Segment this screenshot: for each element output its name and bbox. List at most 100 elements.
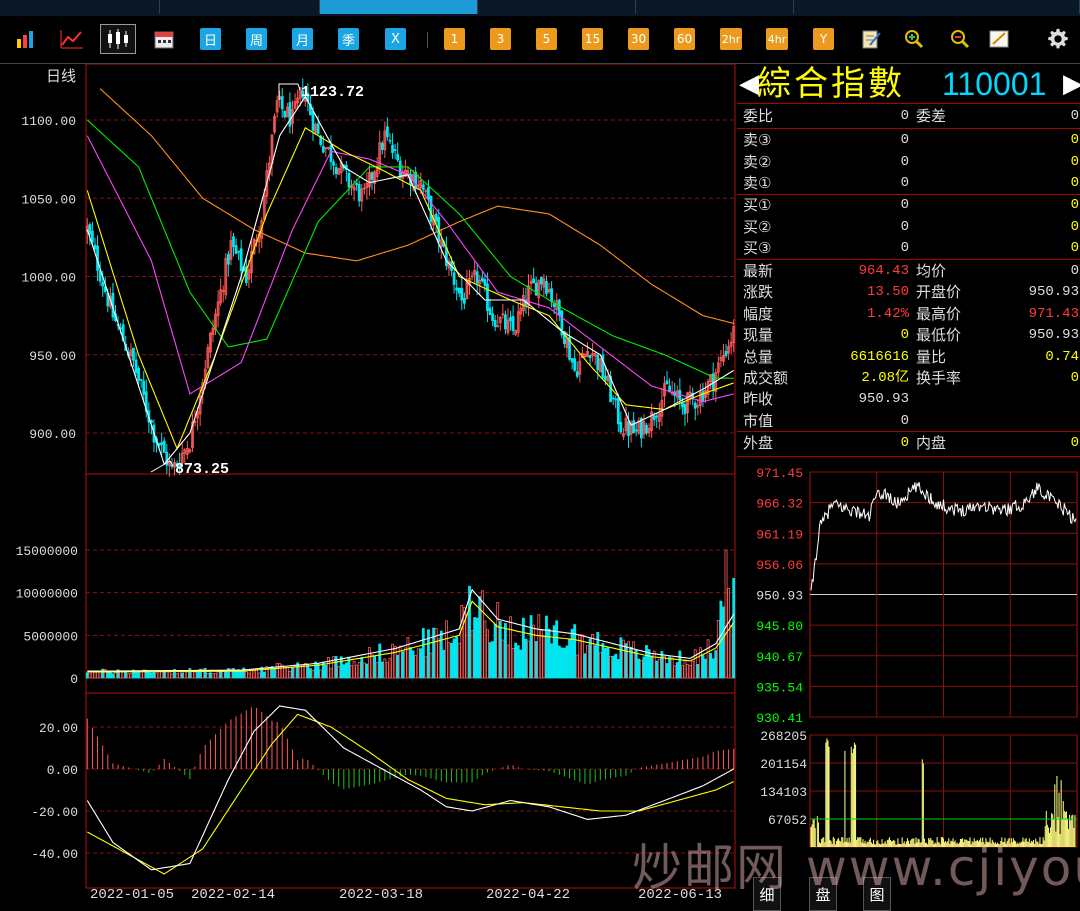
- volume-bar: [257, 672, 261, 679]
- price-axis-tick: 950.00: [29, 349, 76, 364]
- kline-chart-area[interactable]: 1100.00 1050.00 1000.00 950.00 900.00 1500000…: [0, 64, 737, 911]
- volume-bar: [604, 647, 607, 679]
- volume-bar: [439, 630, 443, 679]
- candle-body: [355, 183, 359, 186]
- top-tab[interactable]: [636, 0, 794, 14]
- index-name: 綜合指數: [757, 64, 905, 104]
- volume-bar: [293, 665, 297, 679]
- buy-2-price-label: 买②: [743, 217, 772, 236]
- calendar-icon[interactable]: [150, 28, 178, 50]
- top-tab[interactable]: [478, 0, 636, 14]
- volume-bar: [591, 633, 595, 679]
- candle-body: [234, 245, 238, 254]
- volume-bar: [285, 666, 289, 679]
- volume-bar: [447, 642, 451, 679]
- volume-bar: [424, 656, 428, 679]
- volume-bar: [337, 666, 341, 679]
- hour-2-button[interactable]: 2hr: [720, 28, 742, 50]
- minute-5-button[interactable]: 5: [536, 28, 557, 50]
- volume-bar: [670, 657, 674, 679]
- volume-bar: [539, 629, 543, 679]
- minute-15-button[interactable]: 15: [582, 28, 603, 50]
- period-month-button[interactable]: 月: [292, 28, 313, 50]
- top-tab[interactable]: [160, 0, 320, 14]
- volume-bar: [388, 657, 392, 679]
- volume-bar: [114, 672, 117, 679]
- ma5-line: [86, 95, 734, 466]
- stat-r-1-label: 开盘价: [916, 283, 962, 302]
- volume-bar: [421, 628, 425, 679]
- stat-4-value: 6616616: [850, 348, 909, 365]
- minute-60-button[interactable]: 60: [674, 28, 695, 50]
- candle-body: [683, 403, 687, 415]
- edit-note-icon[interactable]: [857, 28, 885, 50]
- volume-bar: [427, 629, 430, 679]
- candle-body: [280, 96, 284, 110]
- next-arrow-icon[interactable]: ▶: [1063, 70, 1080, 98]
- volume-bar: [385, 662, 389, 679]
- minute-3-button[interactable]: 3: [490, 28, 511, 50]
- sell-3-volume: 0: [1070, 132, 1079, 148]
- volume-bar: [183, 670, 187, 679]
- volume-bar: [483, 620, 487, 679]
- settings-gear-icon[interactable]: [1044, 28, 1072, 50]
- volume-bar: [552, 625, 556, 679]
- candlestick-icon[interactable]: [100, 24, 136, 54]
- volume-bar: [488, 642, 492, 679]
- minute-1-button[interactable]: 1: [444, 28, 465, 50]
- candle-body: [652, 415, 656, 420]
- sell-1-price-label: 卖①: [743, 174, 772, 192]
- separator: [737, 128, 1080, 129]
- separator: [737, 456, 1080, 457]
- minute-30-button[interactable]: 30: [628, 28, 649, 50]
- volume-bar: [588, 638, 592, 679]
- candle-body: [139, 379, 143, 381]
- intraday-volume-tick: 134103: [760, 785, 807, 800]
- top-tab[interactable]: [794, 0, 1080, 14]
- period-season-button[interactable]: 季: [338, 28, 359, 50]
- candle-body: [462, 298, 466, 304]
- volume-bar: [170, 673, 174, 679]
- bar-chart-icon[interactable]: [12, 28, 40, 50]
- separator: [737, 259, 1080, 260]
- sell-2-volume: 0: [1070, 153, 1079, 170]
- hour-4-button[interactable]: 4hr: [766, 28, 788, 50]
- candle-body: [370, 172, 374, 180]
- period-week-button[interactable]: 周: [246, 28, 267, 50]
- period-x-button[interactable]: X: [385, 28, 406, 50]
- stat-4-label: 总量: [743, 347, 774, 366]
- period-day-button[interactable]: 日: [200, 28, 221, 50]
- volume-bar: [593, 645, 597, 679]
- zoom-in-icon[interactable]: [900, 28, 928, 50]
- stat-r-2-label: 最高价: [916, 304, 962, 323]
- candle-body: [88, 224, 92, 235]
- ma30-line: [86, 119, 734, 379]
- top-tab[interactable]: [0, 0, 160, 14]
- volume-bar: [298, 666, 302, 679]
- volume-bar: [683, 659, 687, 679]
- zoom-out-icon[interactable]: [946, 28, 974, 50]
- volume-bar: [234, 670, 238, 679]
- candle-body: [137, 367, 140, 381]
- neipan-label: 内盘: [916, 434, 947, 452]
- candle-body: [493, 319, 497, 327]
- top-tab-active[interactable]: [320, 0, 478, 14]
- stat-2-value: 1.42%: [866, 305, 909, 322]
- volume-bar: [339, 656, 343, 679]
- draw-line-icon[interactable]: [985, 28, 1013, 50]
- line-chart-icon[interactable]: [58, 28, 86, 50]
- volume-bar: [537, 614, 541, 679]
- volume-bar: [675, 662, 679, 679]
- volume-bar: [152, 671, 156, 679]
- year-button[interactable]: Y: [813, 28, 834, 50]
- volume-bar: [647, 649, 651, 679]
- candle-body: [491, 313, 494, 322]
- candle-body: [91, 230, 94, 243]
- sell-1-volume: 0: [1070, 175, 1079, 191]
- sell-3-price-label: 卖③: [743, 131, 772, 149]
- prev-arrow-icon[interactable]: ◀: [739, 70, 759, 98]
- volume-bar: [406, 637, 410, 679]
- intraday-chart[interactable]: 971.45 966.32 961.19 956.06 950.93 945.80 940.…: [737, 462, 1080, 882]
- volume-bar: [88, 673, 92, 679]
- intraday-volume-tick: 201154: [760, 757, 807, 772]
